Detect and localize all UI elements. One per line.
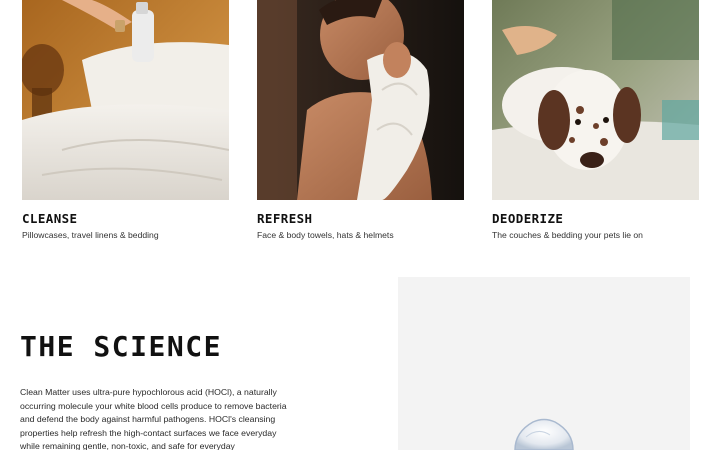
- cleanse-photo: [22, 0, 229, 200]
- deoderize-photo: [492, 0, 699, 200]
- cleanse-subtitle: Pillowcases, travel linens & bedding: [22, 230, 159, 240]
- use-card-deoderize: DEODERIZE The couches & bedding your pet…: [492, 0, 699, 241]
- cleanse-title: CLEANSE: [22, 211, 78, 226]
- use-card-refresh: REFRESH Face & body towels, hats & helme…: [257, 0, 464, 241]
- refresh-subtitle: Face & body towels, hats & helmets: [257, 230, 394, 240]
- deoderize-title: DEODERIZE: [492, 211, 564, 226]
- refresh-title: REFRESH: [257, 211, 313, 226]
- deoderize-subtitle: The couches & bedding your pets lie on: [492, 230, 643, 240]
- science-heading: THE SCIENCE: [20, 330, 222, 363]
- use-card-cleanse: CLEANSE Pillowcases, travel linens & bed…: [22, 0, 229, 241]
- science-body-text: Clean Matter uses ultra-pure hypochlorou…: [20, 387, 287, 450]
- science-product-image: [398, 277, 690, 450]
- refresh-photo: [257, 0, 464, 200]
